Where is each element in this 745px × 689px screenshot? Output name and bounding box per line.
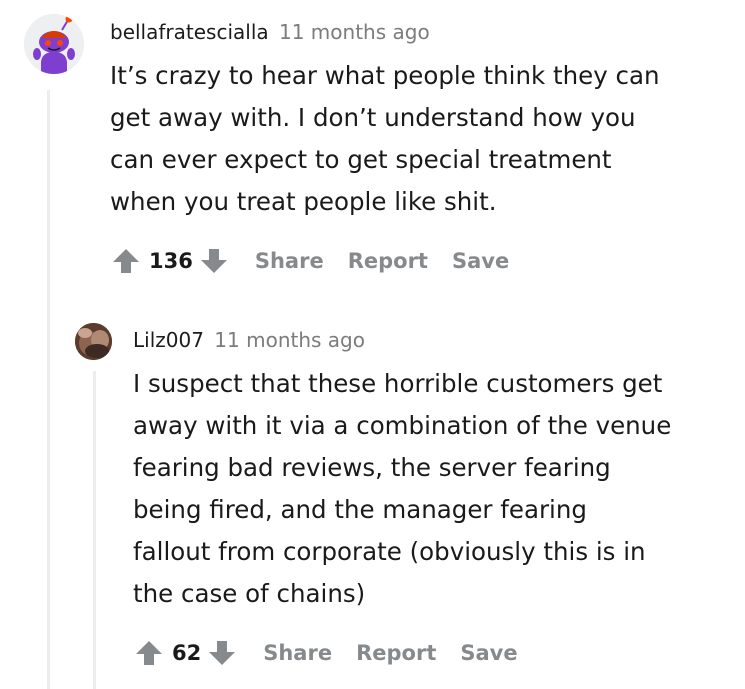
report-button[interactable]: Report (348, 249, 428, 273)
downvote-icon[interactable] (199, 246, 229, 276)
comment-line: fearing bad reviews, the server fearing (133, 453, 611, 482)
comment-line: being fired, and the manager fearing (133, 495, 587, 524)
timestamp[interactable]: 11 months ago (279, 20, 430, 44)
report-button[interactable]: Report (356, 641, 436, 665)
comment-line: can ever expect to get special treatment (110, 145, 612, 174)
comment-meta: Lilz007 11 months ago (133, 327, 365, 353)
avatar[interactable] (24, 14, 84, 74)
comment-actions: 136 Share Report Save (111, 244, 509, 278)
comment-line: when you treat people like shit. (110, 187, 497, 216)
comment-line: away with it via a combination of the ve… (133, 411, 672, 440)
comment-line: get away with. I don’t understand how yo… (110, 103, 636, 132)
upvote-icon[interactable] (134, 638, 164, 668)
comment-meta: bellafratescialla 11 months ago (110, 19, 430, 45)
share-button[interactable]: Share (263, 641, 332, 665)
thread-line[interactable] (93, 371, 96, 689)
downvote-icon[interactable] (207, 638, 237, 668)
author-name[interactable]: Lilz007 (133, 328, 204, 352)
vote-count: 136 (149, 249, 193, 273)
comment-body: It’s crazy to hear what people think the… (110, 55, 660, 223)
share-button[interactable]: Share (255, 249, 324, 273)
save-button[interactable]: Save (452, 249, 509, 273)
upvote-icon[interactable] (111, 246, 141, 276)
author-name[interactable]: bellafratescialla (110, 20, 269, 44)
comment-body: I suspect that these horrible customers … (133, 363, 671, 615)
comment-line: I suspect that these horrible customers … (133, 369, 663, 398)
comment-actions: 62 Share Report Save (134, 636, 518, 670)
comment-line: It’s crazy to hear what people think the… (110, 61, 660, 90)
user-photo-icon (75, 323, 112, 360)
comment-line: the case of chains) (133, 579, 366, 608)
vote-count: 62 (172, 641, 202, 665)
timestamp[interactable]: 11 months ago (214, 328, 365, 352)
thread-line[interactable] (47, 90, 50, 689)
avatar[interactable] (75, 323, 112, 360)
comment-line: fallout from corporate (obviously this i… (133, 537, 646, 566)
save-button[interactable]: Save (460, 641, 517, 665)
snoo-avatar-icon (24, 14, 84, 74)
